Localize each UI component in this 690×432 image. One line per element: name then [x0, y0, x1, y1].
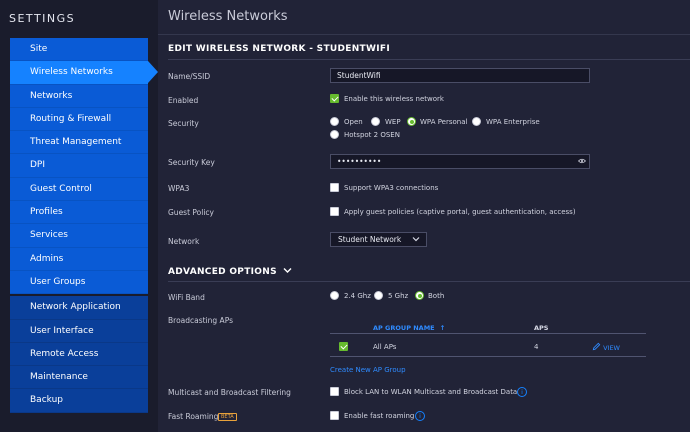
broadcasting-aps-label: Broadcasting APs [168, 316, 233, 325]
enabled-label: Enabled [168, 96, 199, 105]
sidebar-item-profiles[interactable]: Profiles [10, 201, 148, 225]
sidebar-item-services[interactable]: Services [10, 224, 148, 248]
ssid-input[interactable]: StudentWifi [330, 68, 590, 83]
band-radio-both[interactable] [415, 291, 424, 300]
sidebar-item-maintenance[interactable]: Maintenance [10, 366, 148, 390]
security-key-input[interactable]: •••••••••• [330, 154, 590, 169]
security-option-wpa-personal: WPA Personal [420, 118, 468, 126]
ap-group-name-column[interactable]: AP GROUP NAME ↑ [373, 324, 445, 332]
security-key-value: •••••••••• [337, 157, 382, 166]
settings-nav: Site Wireless Networks Networks Routing … [10, 38, 158, 413]
page-title: Wireless Networks [168, 9, 288, 24]
security-radio-wpa-enterprise[interactable] [472, 117, 481, 126]
sidebar-item-routing-firewall[interactable]: Routing & Firewall [10, 107, 148, 132]
advanced-options-toggle[interactable]: ADVANCED OPTIONS [168, 267, 292, 277]
pencil-icon [592, 342, 601, 351]
fast-roaming-label: Fast Roaming [168, 412, 219, 421]
show-password-icon[interactable] [578, 158, 586, 164]
security-option-wpa-enterprise: WPA Enterprise [486, 118, 540, 126]
settings-sidebar: SETTINGS Site Wireless Networks Networks… [0, 0, 158, 432]
multicast-filter-text: Block LAN to WLAN Multicast and Broadcas… [344, 388, 518, 396]
security-radio-open[interactable] [330, 117, 339, 126]
network-label: Network [168, 237, 200, 246]
fast-roaming-checkbox[interactable] [330, 411, 339, 420]
view-aps-button[interactable]: VIEW [592, 342, 620, 352]
chevron-down-icon [283, 268, 292, 273]
band-option-5ghz: 5 Ghz [388, 292, 409, 300]
main-panel: Wireless Networks EDIT WIRELESS NETWORK … [158, 0, 690, 432]
security-label: Security [168, 119, 199, 128]
sidebar-item-site[interactable]: Site [10, 38, 148, 62]
security-radio-hotspot[interactable] [330, 130, 339, 139]
guest-policy-text: Apply guest policies (captive portal, gu… [344, 208, 576, 216]
table-row: All APs 4 VIEW [330, 337, 646, 357]
security-option-hotspot: Hotspot 2 OSEN [344, 131, 400, 139]
sidebar-item-remote-access[interactable]: Remote Access [10, 342, 148, 367]
section-divider [168, 59, 690, 60]
sort-arrow-icon: ↑ [439, 324, 446, 332]
band-option-24ghz: 2.4 Ghz [344, 292, 371, 300]
ap-group-name: All APs [373, 343, 397, 351]
security-radio-wpa-personal[interactable] [407, 117, 416, 126]
band-radio-24ghz[interactable] [330, 291, 339, 300]
info-icon[interactable]: i [517, 387, 527, 397]
enable-network-checkbox[interactable] [330, 94, 339, 103]
sidebar-item-user-interface[interactable]: User Interface [10, 319, 148, 343]
security-key-label: Security Key [168, 158, 215, 167]
ap-count: 4 [534, 343, 539, 351]
wpa3-text: Support WPA3 connections [344, 184, 439, 192]
security-option-open: Open [344, 118, 363, 126]
band-option-both: Both [428, 292, 445, 300]
network-select[interactable]: Student Network [330, 232, 427, 247]
fast-roaming-text: Enable fast roaming [344, 412, 415, 420]
multicast-filter-checkbox[interactable] [330, 387, 339, 396]
info-icon[interactable]: i [415, 411, 425, 421]
chevron-down-icon [412, 237, 420, 242]
title-divider [158, 34, 690, 35]
ap-group-checkbox[interactable] [339, 342, 348, 351]
sidebar-item-network-application[interactable]: Network Application [10, 296, 148, 320]
band-radio-5ghz[interactable] [374, 291, 383, 300]
sidebar-item-dpi[interactable]: DPI [10, 154, 148, 178]
wpa3-label: WPA3 [168, 184, 190, 193]
aps-column-header: APS [534, 324, 549, 332]
network-select-value: Student Network [338, 235, 402, 244]
sidebar-item-networks[interactable]: Networks [10, 84, 148, 108]
sidebar-item-backup[interactable]: Backup [10, 389, 148, 413]
ssid-label: Name/SSID [168, 72, 211, 81]
guest-policy-checkbox[interactable] [330, 207, 339, 216]
sidebar-item-threat-management[interactable]: Threat Management [10, 131, 148, 155]
create-ap-group-link[interactable]: Create New AP Group [330, 366, 406, 374]
beta-badge: BETA [218, 413, 237, 421]
sidebar-item-user-groups[interactable]: User Groups [10, 270, 148, 295]
ap-group-name-header: AP GROUP NAME [373, 324, 435, 332]
wpa3-checkbox[interactable] [330, 183, 339, 192]
guest-policy-label: Guest Policy [168, 208, 214, 217]
view-label: VIEW [603, 344, 620, 352]
ap-table-header: AP GROUP NAME ↑ APS [330, 320, 646, 334]
security-option-wep: WEP [385, 118, 401, 126]
sidebar-title: SETTINGS [9, 12, 76, 25]
security-radio-wep[interactable] [371, 117, 380, 126]
sidebar-item-admins[interactable]: Admins [10, 247, 148, 271]
edit-network-heading: EDIT WIRELESS NETWORK - STUDENTWIFI [168, 44, 390, 54]
advanced-divider [168, 281, 690, 282]
enable-network-text: Enable this wireless network [344, 95, 444, 103]
advanced-options-heading: ADVANCED OPTIONS [168, 267, 277, 277]
multicast-filtering-label: Multicast and Broadcast Filtering [168, 388, 291, 397]
wifi-band-label: WiFi Band [168, 293, 205, 302]
sidebar-item-guest-control[interactable]: Guest Control [10, 177, 148, 202]
sidebar-item-wireless-networks[interactable]: Wireless Networks [10, 61, 158, 85]
